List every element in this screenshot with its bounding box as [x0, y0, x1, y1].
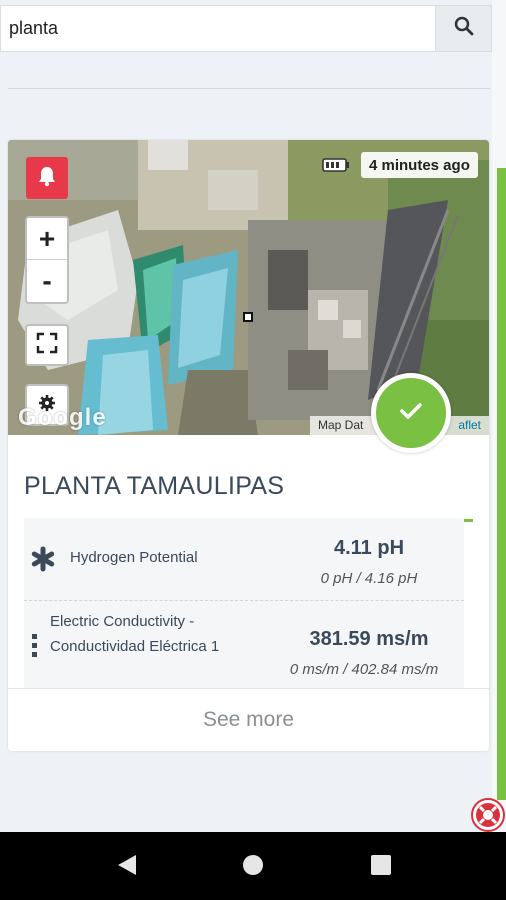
metric-value: 4.11 pH — [333, 537, 405, 559]
help-lifebuoy-icon[interactable] — [470, 797, 506, 833]
search-icon — [454, 16, 474, 41]
search-bar — [0, 5, 492, 52]
scrollbar-thumb[interactable] — [497, 168, 506, 800]
metric-value: 381.59 ms/m — [309, 628, 429, 650]
android-navigation-bar — [0, 832, 506, 900]
recents-button[interactable] — [366, 852, 396, 882]
bell-icon — [37, 165, 57, 192]
back-triangle-icon — [116, 853, 138, 882]
leaflet-link[interactable]: aflet — [458, 418, 481, 432]
metrics-list: Hydrogen Potential 4.11 pH 0 pH / 4.16 p… — [24, 518, 464, 688]
battery-icon — [322, 157, 350, 178]
checkmark-icon — [400, 402, 422, 425]
status-ok-indicator — [371, 373, 451, 453]
plant-title: PLANTA TAMAULIPAS — [24, 472, 285, 500]
google-logo: Google — [18, 404, 107, 431]
green-dash-marker — [463, 519, 473, 522]
plant-card: + - 4 minutes ago Google Map Dat aflet P… — [8, 140, 489, 751]
search-input[interactable] — [1, 6, 435, 51]
last-update-badge: 4 minutes ago — [361, 152, 478, 178]
attribution-text: Map Dat — [318, 418, 364, 432]
asterisk-icon — [30, 546, 56, 577]
metric-row[interactable]: Electric Conductivity - Conductividad El… — [24, 602, 464, 688]
zoom-in-button[interactable]: + — [27, 218, 67, 260]
zoom-control: + - — [25, 216, 69, 304]
home-button[interactable] — [238, 852, 268, 882]
fullscreen-icon — [36, 332, 58, 359]
back-button[interactable] — [112, 852, 142, 882]
metric-label: Hydrogen Potential — [70, 549, 198, 566]
home-circle-icon — [241, 853, 265, 882]
alarm-button[interactable] — [26, 157, 68, 199]
divider — [8, 88, 490, 89]
zoom-out-button[interactable]: - — [27, 260, 67, 302]
metric-row[interactable]: Hydrogen Potential 4.11 pH 0 pH / 4.16 p… — [24, 518, 464, 601]
recents-square-icon — [370, 854, 392, 881]
vertical-dots-icon — [32, 634, 38, 663]
metric-label: Electric Conductivity - Conductividad El… — [50, 613, 220, 655]
search-button[interactable] — [435, 6, 491, 51]
metric-range: 0 pH / 4.16 pH — [320, 570, 418, 587]
metric-range: 0 ms/m / 402.84 ms/m — [289, 661, 439, 678]
see-more-button[interactable]: See more — [8, 688, 489, 751]
fullscreen-button[interactable] — [25, 324, 69, 366]
